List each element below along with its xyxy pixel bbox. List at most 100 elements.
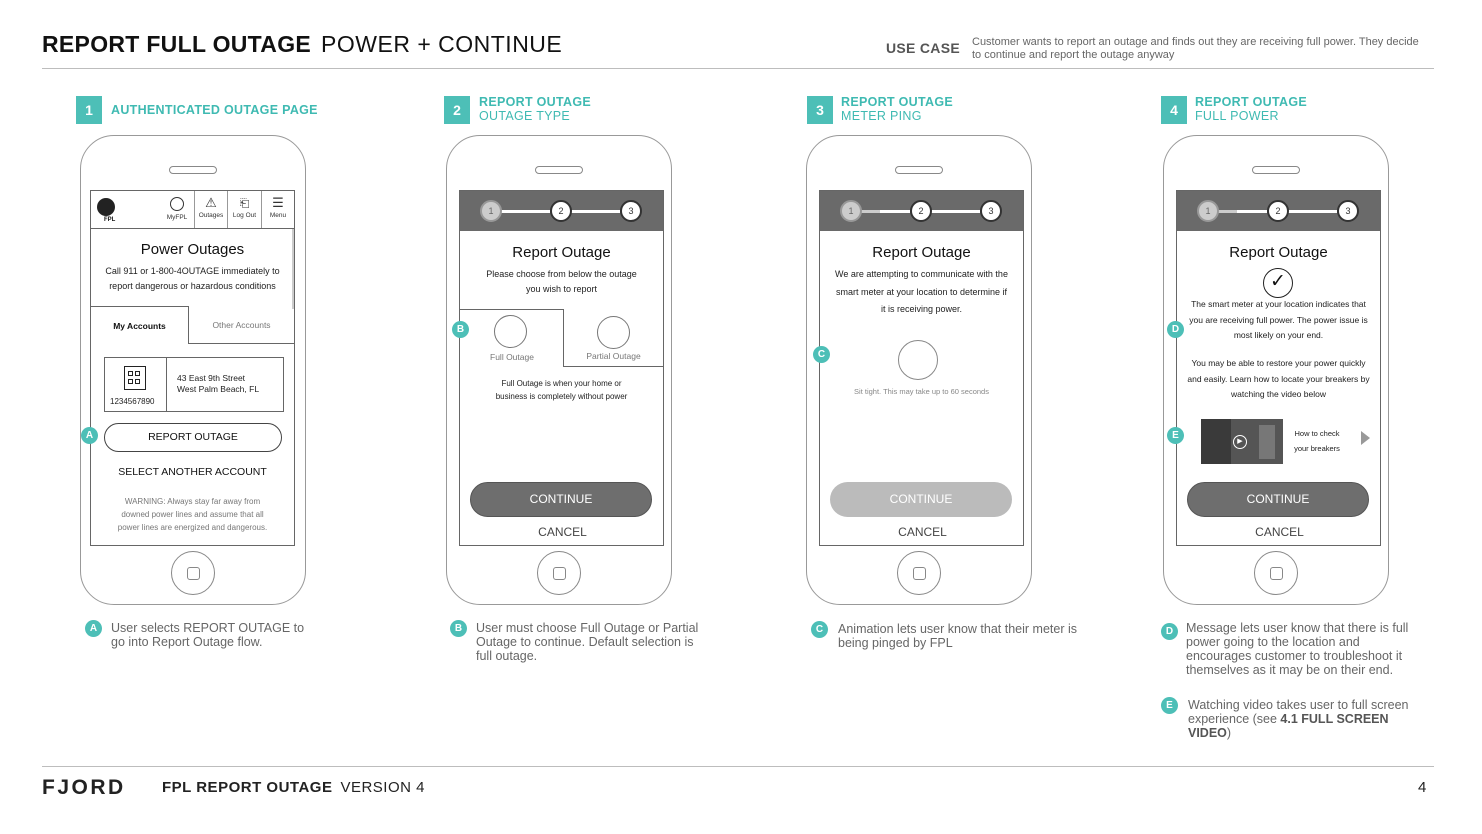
- page-number: 4: [1418, 779, 1427, 796]
- progress-step-3: 3: [1337, 200, 1359, 222]
- step-3-number: 3: [807, 96, 833, 124]
- home-button-icon: [552, 566, 566, 580]
- phone-home-button: [171, 551, 215, 595]
- report-outage-button[interactable]: REPORT OUTAGE: [104, 423, 282, 452]
- nav-myfpl[interactable]: MyFPL: [162, 191, 192, 228]
- continue-button[interactable]: CONTINUE: [470, 482, 652, 517]
- page-title: REPORT FULL OUTAGE POWER + CONTINUE: [42, 31, 562, 58]
- emergency-text: Call 911 or 1-800-4OUTAGE immediately to…: [105, 266, 280, 291]
- building-icon: [124, 366, 146, 390]
- continue-button[interactable]: CONTINUE: [1187, 482, 1369, 517]
- step-4-number: 4: [1161, 96, 1187, 124]
- next-arrow-icon[interactable]: [1361, 431, 1370, 445]
- footer-title-text: FPL REPORT OUTAGE: [162, 779, 333, 796]
- footer-title: FPL REPORT OUTAGE VERSION 4: [162, 779, 425, 796]
- progress-bar: 1 2 3: [1177, 191, 1380, 231]
- cancel-link[interactable]: CANCEL: [820, 525, 1023, 539]
- screen-title: Report Outage: [1229, 244, 1328, 261]
- menu-icon: ☰: [272, 195, 284, 210]
- tab-other-accounts[interactable]: Other Accounts: [189, 306, 294, 344]
- note-marker-d: D: [1161, 623, 1178, 640]
- partial-outage-label: Partial Outage: [586, 351, 641, 361]
- marker-a: A: [81, 427, 98, 444]
- progress-bar: 1 2 3: [460, 191, 663, 231]
- nav-outages[interactable]: ⚠ Outages: [194, 191, 227, 228]
- use-case-text: Customer wants to report an outage and f…: [972, 36, 1419, 61]
- progress-line: [1287, 210, 1337, 213]
- screen-4: 1 2 3 Report Outage ✓ The smart meter at…: [1176, 190, 1381, 546]
- phone-speaker: [1252, 166, 1300, 174]
- address-line-1: 43 East 9th Street: [177, 373, 246, 383]
- phone-home-button: [537, 551, 581, 595]
- address-line-2: West Palm Beach, FL: [177, 384, 260, 394]
- checkmark-icon: ✓: [1263, 268, 1293, 298]
- partial-outage-radio[interactable]: [597, 316, 630, 349]
- full-outage-description: Full Outage is when your home or busines…: [495, 379, 628, 401]
- video-thumbnail[interactable]: ▶: [1201, 419, 1283, 464]
- step-2-title: REPORT OUTAGE OUTAGE TYPE: [479, 95, 591, 123]
- footer-divider: [42, 766, 1434, 767]
- video-title-line-2: your breakers: [1294, 444, 1340, 453]
- step-2-subtitle: OUTAGE TYPE: [479, 109, 571, 123]
- account-card[interactable]: 1234567890 43 East 9th Street West Palm …: [104, 357, 284, 412]
- phone-home-button: [897, 551, 941, 595]
- step-4-subtitle: FULL POWER: [1195, 109, 1279, 123]
- progress-step-2: 2: [1267, 200, 1289, 222]
- note-a: User selects REPORT OUTAGE to go into Re…: [111, 621, 305, 649]
- option-partial-outage[interactable]: Partial Outage: [564, 309, 663, 367]
- marker-c: C: [813, 346, 830, 363]
- app-header: FPL MyFPL ⚠ Outages ⎗ Log Out ☰ Menu: [91, 191, 294, 229]
- continue-button-disabled[interactable]: CONTINUE: [830, 482, 1012, 517]
- instruction-text: Please choose from below the outage you …: [486, 269, 637, 294]
- step-2-number: 2: [444, 96, 470, 124]
- note-marker-b: B: [450, 620, 467, 637]
- title-bold: REPORT FULL OUTAGE: [42, 31, 312, 57]
- note-marker-c: C: [811, 621, 828, 638]
- phone-speaker: [895, 166, 943, 174]
- note-b: User must choose Full Outage or Partial …: [476, 621, 699, 663]
- warning-text: WARNING: Always stay far away from downe…: [117, 497, 268, 532]
- ping-description: We are attempting to communicate with th…: [835, 269, 1008, 314]
- video-thumb-figure: [1259, 425, 1275, 459]
- marker-e: E: [1167, 427, 1184, 444]
- progress-step-1: 1: [480, 200, 502, 222]
- screen-2: 1 2 3 Report Outage Please choose from b…: [459, 190, 664, 546]
- screen-1: FPL MyFPL ⚠ Outages ⎗ Log Out ☰ Menu Pow…: [90, 190, 295, 546]
- fpl-logo-icon: [97, 198, 115, 216]
- nav-menu[interactable]: ☰ Menu: [261, 191, 294, 228]
- cancel-link[interactable]: CANCEL: [460, 525, 663, 539]
- title-subtitle: POWER + CONTINUE: [321, 31, 563, 57]
- progress-step-3: 3: [620, 200, 642, 222]
- option-full-outage[interactable]: Full Outage: [460, 309, 564, 367]
- step-3-subtitle: METER PING: [841, 109, 922, 123]
- home-button-icon: [186, 566, 200, 580]
- progress-step-3: 3: [980, 200, 1002, 222]
- building-window: [135, 379, 140, 384]
- select-another-account-link[interactable]: SELECT ANOTHER ACCOUNT: [91, 466, 294, 478]
- nav-logout-label: Log Out: [232, 212, 257, 219]
- nav-logout[interactable]: ⎗ Log Out: [227, 191, 261, 228]
- tab-my-accounts[interactable]: My Accounts: [91, 306, 189, 344]
- step-4-title-text: REPORT OUTAGE: [1195, 95, 1308, 109]
- video-title: How to check your breakers: [1285, 426, 1349, 456]
- screen-title: Power Outages: [140, 241, 245, 258]
- nav-outages-label: Outages: [198, 212, 224, 219]
- step-2-title-text: REPORT OUTAGE: [479, 95, 592, 109]
- step-3-title-text: REPORT OUTAGE: [841, 95, 954, 109]
- fjord-logo: FJORD: [42, 776, 126, 799]
- marker-b: B: [452, 321, 469, 338]
- phone-speaker: [169, 166, 217, 174]
- progress-step-1: 1: [1197, 200, 1219, 222]
- progress-line: [860, 210, 910, 213]
- use-case-label: USE CASE: [886, 40, 960, 56]
- progress-bar: 1 2 3: [820, 191, 1023, 231]
- note-e: Watching video takes user to full screen…: [1188, 698, 1424, 740]
- full-outage-radio[interactable]: [494, 315, 527, 348]
- note-marker-e: E: [1161, 697, 1178, 714]
- phone-1: FPL MyFPL ⚠ Outages ⎗ Log Out ☰ Menu Pow…: [80, 135, 306, 605]
- progress-line: [570, 210, 620, 213]
- nav-myfpl-label: MyFPL: [166, 214, 188, 221]
- cancel-link[interactable]: CANCEL: [1177, 525, 1380, 539]
- play-icon[interactable]: ▶: [1233, 435, 1247, 449]
- fpl-logo-text: FPL: [104, 217, 116, 223]
